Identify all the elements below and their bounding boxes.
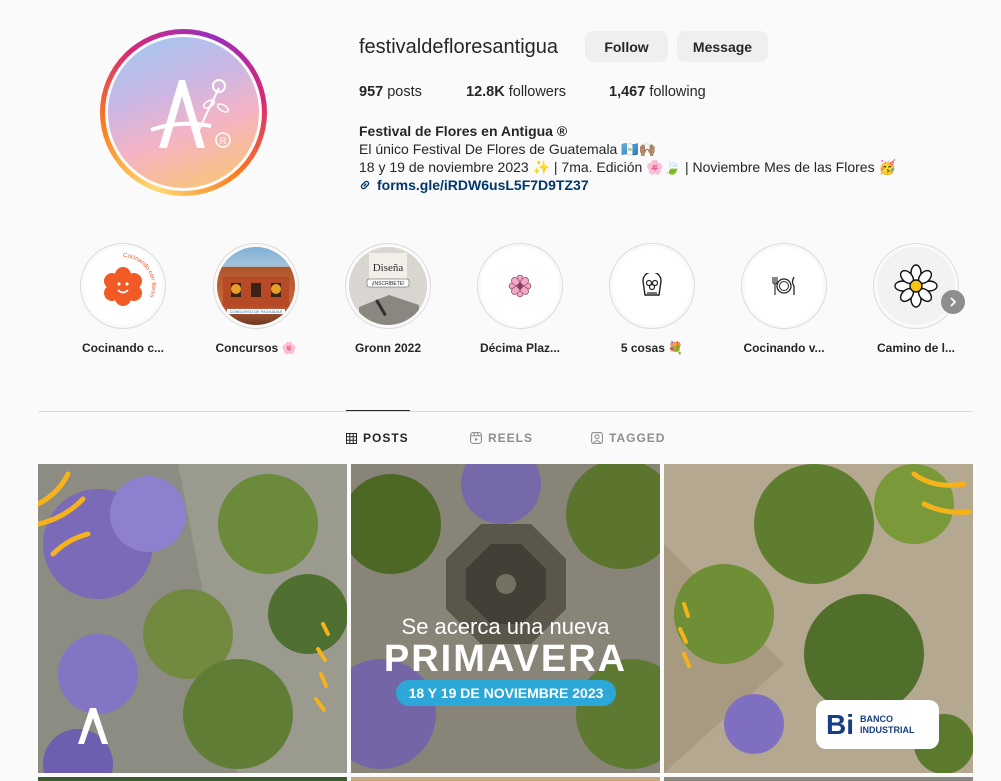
bank-name-line-1: BANCO xyxy=(860,713,893,724)
avatar-image: R xyxy=(108,37,259,188)
tabs-divider xyxy=(38,411,973,412)
tab-tagged[interactable]: TAGGED xyxy=(591,431,665,445)
highlight-cover xyxy=(609,243,695,329)
aerial-garden-photo xyxy=(38,464,347,773)
tab-reels[interactable]: REELS xyxy=(470,431,533,445)
avatar-frame: R xyxy=(105,34,262,191)
highlight-cover: Diseña ¡INSCRÍBETE! xyxy=(345,243,431,329)
highlight-item[interactable]: CONCURSO DE FACHADAS Concursos 🌸 xyxy=(206,243,306,355)
post-tile[interactable] xyxy=(351,777,660,781)
promo-subtitle: Se acerca una nueva xyxy=(401,614,610,639)
highlights-next-button[interactable] xyxy=(941,290,965,314)
bio-line-2: 18 y 19 de noviembre 2023 ✨ | 7ma. Edici… xyxy=(359,159,896,175)
highlight-label: Camino de l... xyxy=(876,341,955,355)
highlight-item[interactable]: Décima Plaz... xyxy=(470,243,570,355)
tab-tagged-label: TAGGED xyxy=(609,431,666,445)
highlight-label: Concursos 🌸 xyxy=(215,341,297,355)
stat-followers[interactable]: 12.8K followers xyxy=(466,84,566,100)
link-icon xyxy=(360,180,370,190)
svg-text:CONCURSO DE FACHADAS: CONCURSO DE FACHADAS xyxy=(230,309,283,314)
profile-username: festivaldefloresantigua xyxy=(359,36,559,58)
plate-cutlery-icon xyxy=(745,247,823,325)
highlight-cover xyxy=(873,243,959,329)
highlight-cover xyxy=(477,243,563,329)
highlight-label: Gronn 2022 xyxy=(354,341,422,355)
promo-title: PRIMAVERA xyxy=(383,638,628,680)
highlight-item[interactable]: 5 cosas 💐 xyxy=(602,243,702,355)
highlight-item[interactable]: Diseña ¡INSCRÍBETE! Gronn 2022 xyxy=(338,243,438,355)
highlight-cover xyxy=(741,243,827,329)
tagged-icon xyxy=(591,432,603,444)
posts-count: 957 xyxy=(359,84,384,100)
followers-count: 12.8K xyxy=(466,84,505,100)
bank-sponsor-badge: Bi BANCO INDUSTRIAL xyxy=(816,700,939,749)
bank-name: BANCO INDUSTRIAL xyxy=(860,714,915,736)
stat-posts: 957 posts xyxy=(359,84,422,100)
grid-icon xyxy=(346,432,357,444)
svg-text:¡INSCRÍBETE!: ¡INSCRÍBETE! xyxy=(371,280,404,287)
followers-label: followers xyxy=(508,84,566,100)
bouquet-line-icon xyxy=(613,247,691,325)
bio-link[interactable]: forms.gle/iRDW6usL5F7D9TZ37 xyxy=(359,176,896,194)
bio-link-text: forms.gle/iRDW6usL5F7D9TZ37 xyxy=(377,177,589,193)
following-label: following xyxy=(649,84,706,100)
post-tile[interactable]: Se acerca una nueva PRIMAVERA 18 Y 19 DE… xyxy=(351,464,660,773)
building-photo: CONCURSO DE FACHADAS xyxy=(217,247,295,325)
tab-reels-label: REELS xyxy=(488,431,534,445)
highlight-label: Cocinando c... xyxy=(81,341,164,355)
profile-full-name: Festival de Flores en Antigua ® xyxy=(359,123,568,139)
promo-date-badge: 18 Y 19 DE NOVIEMBRE 2023 xyxy=(396,680,616,706)
post-tile[interactable] xyxy=(38,464,347,773)
following-count: 1,467 xyxy=(609,84,646,100)
flower-icon xyxy=(481,247,559,325)
highlight-item[interactable]: Cocinando con flores Cocinando c... xyxy=(73,243,173,355)
highlight-cover: Cocinando con flores xyxy=(80,243,166,329)
svg-text:Diseña: Diseña xyxy=(373,262,404,274)
reels-icon xyxy=(470,432,482,444)
active-tab-indicator xyxy=(346,410,410,411)
chevron-right-icon xyxy=(950,297,957,307)
tab-posts-label: POSTS xyxy=(363,431,409,445)
profile-bio: Festival de Flores en Antigua ® El único… xyxy=(359,122,896,194)
highlight-item[interactable]: Cocinando v... xyxy=(734,243,834,355)
bio-line-1: El único Festival De Flores de Guatemala… xyxy=(359,141,657,157)
smiling-flower-icon: Cocinando con flores xyxy=(84,247,162,325)
post-tile[interactable]: Bi BANCO INDUSTRIAL xyxy=(664,464,973,773)
posts-label: posts xyxy=(387,84,422,100)
highlight-cover: CONCURSO DE FACHADAS xyxy=(213,243,299,329)
profile-avatar[interactable]: R xyxy=(100,29,267,196)
daisy-icon xyxy=(877,247,955,325)
post-tile[interactable] xyxy=(38,777,347,781)
festival-logo-icon: R xyxy=(149,78,231,148)
follow-button[interactable]: Follow xyxy=(585,31,668,62)
message-button[interactable]: Message xyxy=(677,31,768,62)
bank-name-line-2: INDUSTRIAL xyxy=(860,724,915,735)
highlight-label: 5 cosas 💐 xyxy=(620,341,684,355)
bank-logo-icon: Bi xyxy=(826,708,854,740)
svg-text:R: R xyxy=(219,136,226,146)
highlight-label: Décima Plaz... xyxy=(479,341,561,355)
tab-posts[interactable]: POSTS xyxy=(346,431,409,445)
stat-following[interactable]: 1,467 following xyxy=(609,84,706,100)
post-tile[interactable] xyxy=(664,777,973,781)
design-poster-photo: Diseña ¡INSCRÍBETE! xyxy=(349,247,427,325)
highlight-label: Cocinando v... xyxy=(743,341,825,355)
